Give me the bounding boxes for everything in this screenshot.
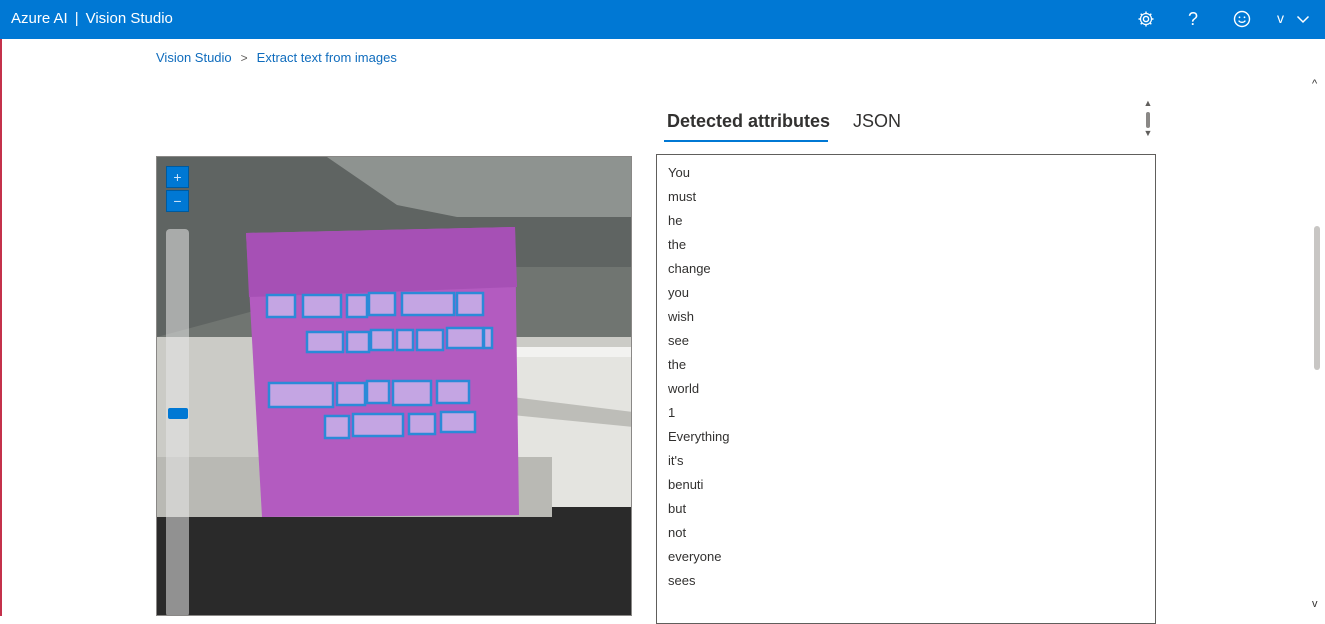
product-name: Vision Studio <box>85 10 173 27</box>
detected-word-item: it's <box>668 453 684 468</box>
gear-icon[interactable] <box>1135 8 1157 30</box>
chevron-down-icon[interactable]: ▼ <box>1142 128 1154 138</box>
chevron-up-icon[interactable]: ^ <box>1312 78 1317 90</box>
tabs-scrollbar[interactable]: ▲ ▼ <box>1142 98 1154 142</box>
detected-word-item: world <box>668 381 700 396</box>
chevron-up-icon[interactable]: ▲ <box>1142 98 1154 108</box>
breadcrumb-separator-icon: > <box>240 51 248 65</box>
detected-word-item: everyone <box>668 549 722 564</box>
chevron-down-icon[interactable] <box>1292 8 1314 30</box>
image-preview[interactable]: + − <box>156 156 632 616</box>
brand-name: Azure AI <box>11 10 68 27</box>
detected-word-item: wish <box>668 309 695 324</box>
zoom-in-button[interactable]: + <box>166 166 189 188</box>
ocr-image-canvas <box>157 157 631 615</box>
detected-word-item: 1 <box>668 405 676 420</box>
page-scrollbar[interactable]: ^ v <box>1309 78 1325 616</box>
detected-attributes-panel: You must he the change you wish see the world 1 Eve… <box>656 154 1156 624</box>
zoom-slider-track[interactable] <box>166 229 189 615</box>
detected-word-item: sees <box>668 573 696 588</box>
page-scrollbar-thumb[interactable] <box>1314 226 1320 370</box>
smiley-feedback-icon[interactable] <box>1231 8 1253 30</box>
detected-word-item: Everything <box>668 429 730 444</box>
tabs-scrollbar-thumb[interactable] <box>1146 112 1150 128</box>
detected-word-item: the <box>668 237 687 252</box>
zoom-slider-handle[interactable] <box>168 408 188 419</box>
tab-json[interactable]: JSON <box>853 111 901 132</box>
detected-words-list: You must he the change you wish see the world 1 Eve… <box>657 155 1155 598</box>
detected-word-item: the <box>668 357 687 372</box>
detected-word-item: benuti <box>668 477 704 492</box>
detected-word-item: see <box>668 333 689 348</box>
app-title[interactable]: Azure AI | Vision Studio <box>11 10 173 27</box>
chevron-down-icon[interactable]: v <box>1312 598 1318 610</box>
detected-word-item: you <box>668 285 689 300</box>
top-navigation-bar: Azure AI | Vision Studio ? v <box>0 0 1325 39</box>
left-edge-accent <box>0 39 2 616</box>
detected-word-item: change <box>668 261 711 276</box>
tab-detected-attributes[interactable]: Detected attributes <box>667 111 830 132</box>
breadcrumb-extract-text[interactable]: Extract text from images <box>257 50 397 65</box>
user-account-initial[interactable]: v <box>1277 10 1284 26</box>
brand-separator: | <box>74 10 79 27</box>
breadcrumb: Vision Studio > Extract text from images <box>156 50 397 65</box>
detected-word-item: must <box>668 189 697 204</box>
detected-word-item: he <box>668 213 683 228</box>
detected-word-item: but <box>668 501 687 516</box>
active-tab-indicator <box>664 140 828 142</box>
detected-word-item: You <box>668 165 690 180</box>
detected-word-item: not <box>668 525 687 540</box>
help-icon[interactable]: ? <box>1182 8 1204 30</box>
zoom-out-button[interactable]: − <box>166 190 189 212</box>
breadcrumb-vision-studio[interactable]: Vision Studio <box>156 50 232 65</box>
